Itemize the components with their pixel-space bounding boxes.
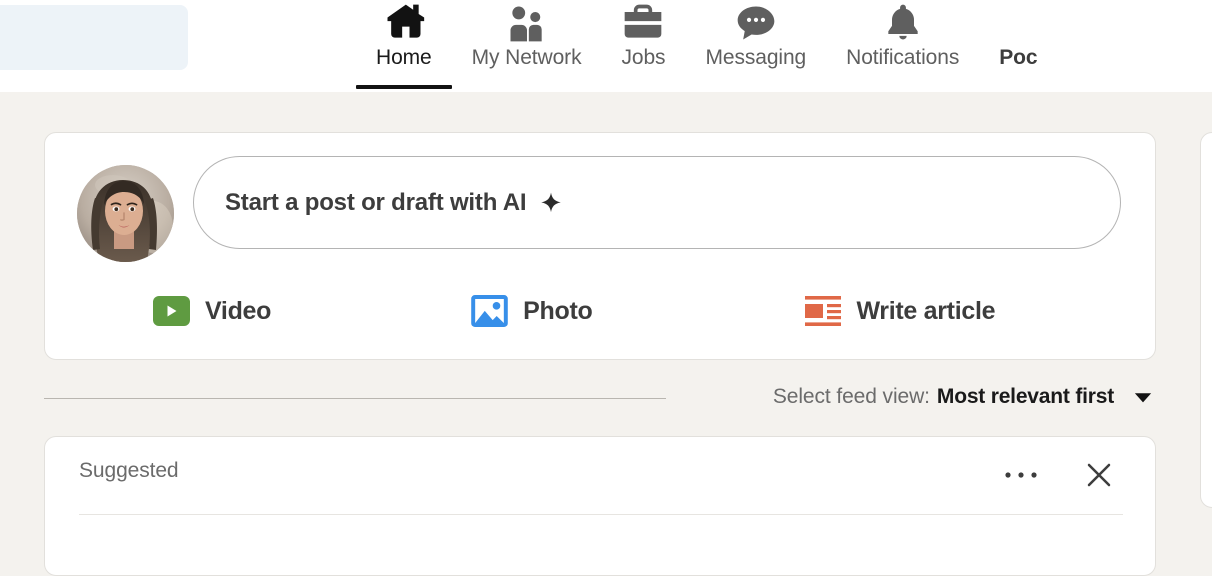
add-photo-label: Photo xyxy=(523,296,593,325)
add-video-button[interactable]: Video xyxy=(153,293,271,330)
nav-item-jobs[interactable]: Jobs xyxy=(601,0,685,92)
nav-item-messaging[interactable]: Messaging xyxy=(685,0,826,92)
add-photo-button[interactable]: Photo xyxy=(471,293,593,330)
chevron-down-icon xyxy=(1130,384,1156,410)
post-separator xyxy=(79,514,1123,515)
feed-divider xyxy=(44,398,666,399)
write-article-label: Write article xyxy=(856,296,996,325)
article-icon xyxy=(804,293,841,330)
write-article-button[interactable]: Write article xyxy=(804,293,996,330)
feed-column: Start a post or draft with AI Video Phot… xyxy=(44,132,1156,576)
home-icon xyxy=(382,0,426,46)
video-icon xyxy=(153,293,190,330)
briefcase-icon xyxy=(621,0,665,46)
feed-view-value: Most relevant first xyxy=(936,385,1114,408)
feed-view-selector[interactable]: Select feed view: Most relevant first xyxy=(773,372,1156,422)
nav-item-label: Jobs xyxy=(621,46,666,69)
post-composer-card: Start a post or draft with AI Video Phot… xyxy=(44,132,1156,360)
sparkle-icon xyxy=(538,191,564,217)
nav-item-truncated[interactable]: Poc xyxy=(979,0,1057,92)
right-sidebar-card xyxy=(1200,132,1212,508)
feed-sort-row: Select feed view: Most relevant first xyxy=(44,372,1156,422)
post-header: Suggested xyxy=(45,437,1155,511)
nav-item-home[interactable]: Home xyxy=(356,0,452,92)
composer-actions: Video Photo Write article xyxy=(45,281,1155,341)
nav-items: Home My Network Jobs Messaging Notificat… xyxy=(356,0,1057,92)
start-post-placeholder: Start a post or draft with AI xyxy=(225,188,527,216)
nav-item-label: Home xyxy=(376,46,432,69)
suggested-post-card: Suggested xyxy=(44,436,1156,576)
nav-item-label: Messaging xyxy=(705,46,807,69)
more-options-icon[interactable] xyxy=(999,458,1043,492)
search-input[interactable] xyxy=(0,5,188,70)
active-tab-indicator xyxy=(356,85,452,89)
chat-bubble-icon xyxy=(734,0,778,46)
nav-item-label: Poc xyxy=(999,46,1038,69)
start-post-input[interactable]: Start a post or draft with AI xyxy=(193,156,1121,249)
nav-item-my-network[interactable]: My Network xyxy=(452,0,602,92)
nav-item-label: My Network xyxy=(471,46,582,69)
status-badge: Suggested xyxy=(79,459,179,482)
user-avatar[interactable] xyxy=(77,165,174,262)
close-icon[interactable] xyxy=(1075,451,1123,499)
photo-icon xyxy=(471,293,508,330)
bell-icon xyxy=(881,0,925,46)
people-icon xyxy=(505,0,549,46)
add-video-label: Video xyxy=(205,296,272,325)
nav-item-notifications[interactable]: Notifications xyxy=(826,0,979,92)
global-nav-bar: Home My Network Jobs Messaging Notificat… xyxy=(0,0,1212,92)
feed-view-label: Select feed view: xyxy=(772,385,930,408)
nav-item-label: Notifications xyxy=(846,46,960,69)
